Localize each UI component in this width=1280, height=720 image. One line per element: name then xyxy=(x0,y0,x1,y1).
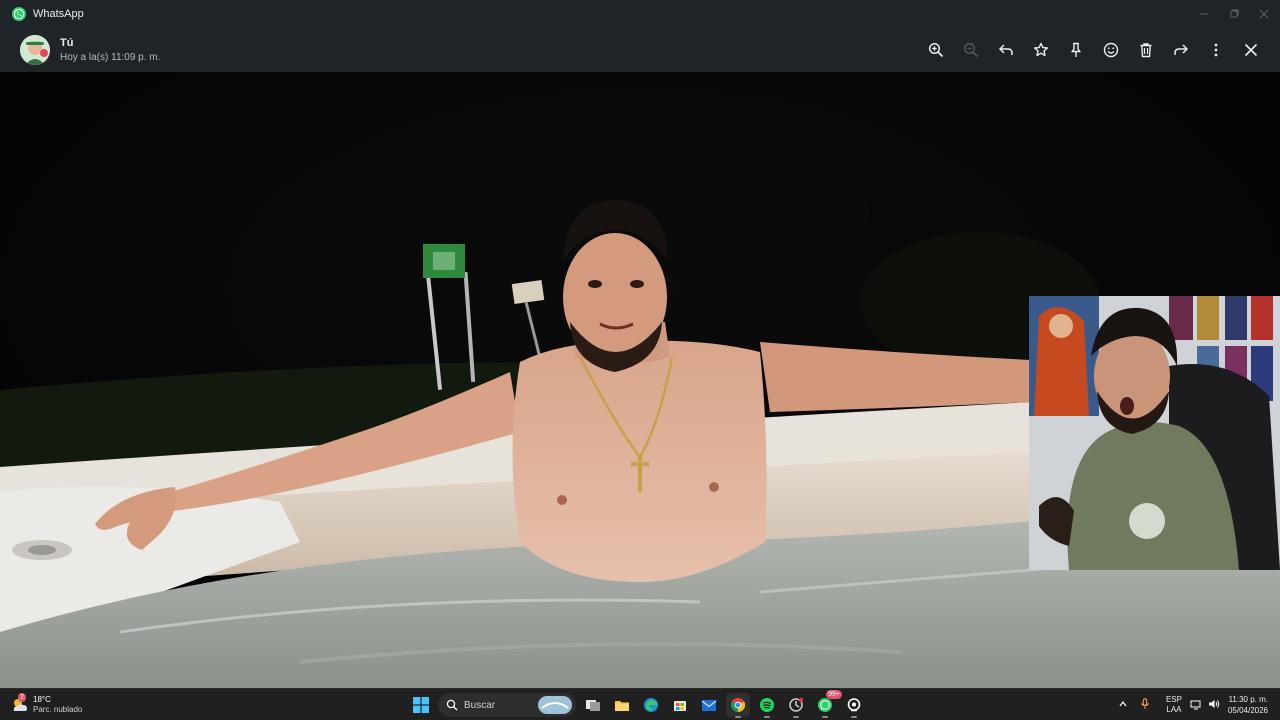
window-titlebar: WhatsApp xyxy=(0,0,1280,28)
show-hidden-icons-button[interactable] xyxy=(1118,699,1128,711)
star-icon xyxy=(1034,42,1048,57)
weather-alert-badge: 2 xyxy=(18,693,26,702)
chrome-icon xyxy=(730,698,746,713)
emoji-icon xyxy=(1103,42,1119,58)
delete-icon xyxy=(1140,43,1152,58)
spotify-icon xyxy=(760,698,774,712)
viewer-toolbar xyxy=(924,28,1263,72)
speaker-icon xyxy=(1208,700,1220,708)
whatsapp-logo-icon xyxy=(12,7,26,21)
file-explorer-button[interactable] xyxy=(610,693,634,717)
react-button[interactable] xyxy=(1099,38,1123,62)
mail-icon xyxy=(701,700,717,711)
task-view-icon xyxy=(586,700,600,711)
search-label: Buscar xyxy=(464,699,496,711)
star-button[interactable] xyxy=(1029,38,1053,62)
edge-button[interactable] xyxy=(639,693,663,717)
whatsapp-taskbar-button[interactable]: 99+ xyxy=(813,690,842,718)
input-language[interactable]: ESP LAA xyxy=(1166,695,1182,715)
network-icon xyxy=(1190,700,1201,710)
zoom-out-button[interactable] xyxy=(959,38,983,62)
language-primary: ESP xyxy=(1165,695,1182,704)
avatar-image xyxy=(20,35,50,65)
language-secondary: LAA xyxy=(1166,705,1182,714)
partly-cloudy-icon: 2 xyxy=(10,693,30,715)
sender-name: Tú xyxy=(60,37,74,49)
zoom-in-button[interactable] xyxy=(924,38,948,62)
app-title: WhatsApp xyxy=(33,8,84,20)
minimize-icon xyxy=(1200,13,1208,15)
maximize-button[interactable] xyxy=(1218,0,1250,28)
clock-time: 11:30 p. m. xyxy=(1228,695,1268,704)
obs-icon xyxy=(847,698,861,712)
store-icon xyxy=(674,701,686,711)
more-options-button[interactable] xyxy=(1204,38,1228,62)
avatar[interactable] xyxy=(20,35,50,65)
delete-button[interactable] xyxy=(1134,38,1158,62)
zoom-out-icon xyxy=(963,42,979,58)
folder-icon xyxy=(615,701,629,711)
weather-temperature: 18°C xyxy=(33,695,51,704)
close-icon xyxy=(1244,43,1258,57)
chevron-up-icon xyxy=(1119,701,1127,707)
network-button[interactable] xyxy=(1190,698,1202,712)
volume-button[interactable] xyxy=(1208,698,1220,712)
app-button[interactable] xyxy=(784,693,808,718)
whatsapp-icon xyxy=(818,698,832,712)
edge-browser-icon xyxy=(644,698,658,712)
clock[interactable]: 11:30 p. m. 05/04/2026 xyxy=(1228,694,1268,716)
pin-icon xyxy=(1071,42,1081,57)
zoom-in-icon xyxy=(928,42,944,58)
obs-button[interactable] xyxy=(842,693,866,718)
microphone-button[interactable] xyxy=(1140,698,1150,712)
close-viewer-button[interactable] xyxy=(1239,38,1263,62)
store-button[interactable] xyxy=(668,693,692,717)
windows-logo-icon xyxy=(413,697,429,713)
webcam-feed xyxy=(1029,296,1280,570)
start-button[interactable] xyxy=(409,693,433,717)
forward-icon xyxy=(1174,44,1189,55)
message-timestamp: Hoy a la(s) 11:09 p. m. xyxy=(60,52,161,63)
spotify-button[interactable] xyxy=(755,693,779,718)
window-close-button[interactable] xyxy=(1248,0,1280,28)
microphone-icon xyxy=(1141,698,1149,709)
chrome-button[interactable] xyxy=(726,693,750,718)
reply-icon xyxy=(998,44,1013,55)
forward-button[interactable] xyxy=(1169,38,1193,62)
pin-button[interactable] xyxy=(1064,38,1088,62)
app-icon xyxy=(789,697,804,712)
task-view-button[interactable] xyxy=(581,693,605,717)
whatsapp-unread-badge: 99+ xyxy=(826,690,842,699)
webcam-overlay xyxy=(1029,296,1280,570)
sender-info: Tú Hoy a la(s) 11:09 p. m. xyxy=(60,37,160,63)
reply-button[interactable] xyxy=(994,38,1018,62)
minimize-button[interactable] xyxy=(1188,0,1220,28)
clock-date: 05/04/2026 xyxy=(1227,706,1268,715)
taskbar-apps: Buscar 99+ xyxy=(409,690,866,718)
taskbar-search[interactable]: Buscar xyxy=(438,693,576,717)
more-icon xyxy=(1214,43,1218,57)
search-icon xyxy=(446,699,458,711)
system-tray: ESP LAA 11:30 p. m. 05/04/2026 xyxy=(1118,689,1280,720)
mail-button[interactable] xyxy=(697,693,721,717)
taskbar: 2 18°C Parc. nublado Buscar 99+ ESP LAA … xyxy=(0,688,1280,720)
search-highlight-icon xyxy=(538,696,572,714)
weather-condition: Parc. nublado xyxy=(33,705,83,714)
window-close-icon xyxy=(1259,9,1269,19)
media-viewer-header: Tú Hoy a la(s) 11:09 p. m. xyxy=(0,28,1280,72)
restore-icon xyxy=(1230,9,1239,18)
weather-widget[interactable]: 2 18°C Parc. nublado xyxy=(10,692,82,718)
